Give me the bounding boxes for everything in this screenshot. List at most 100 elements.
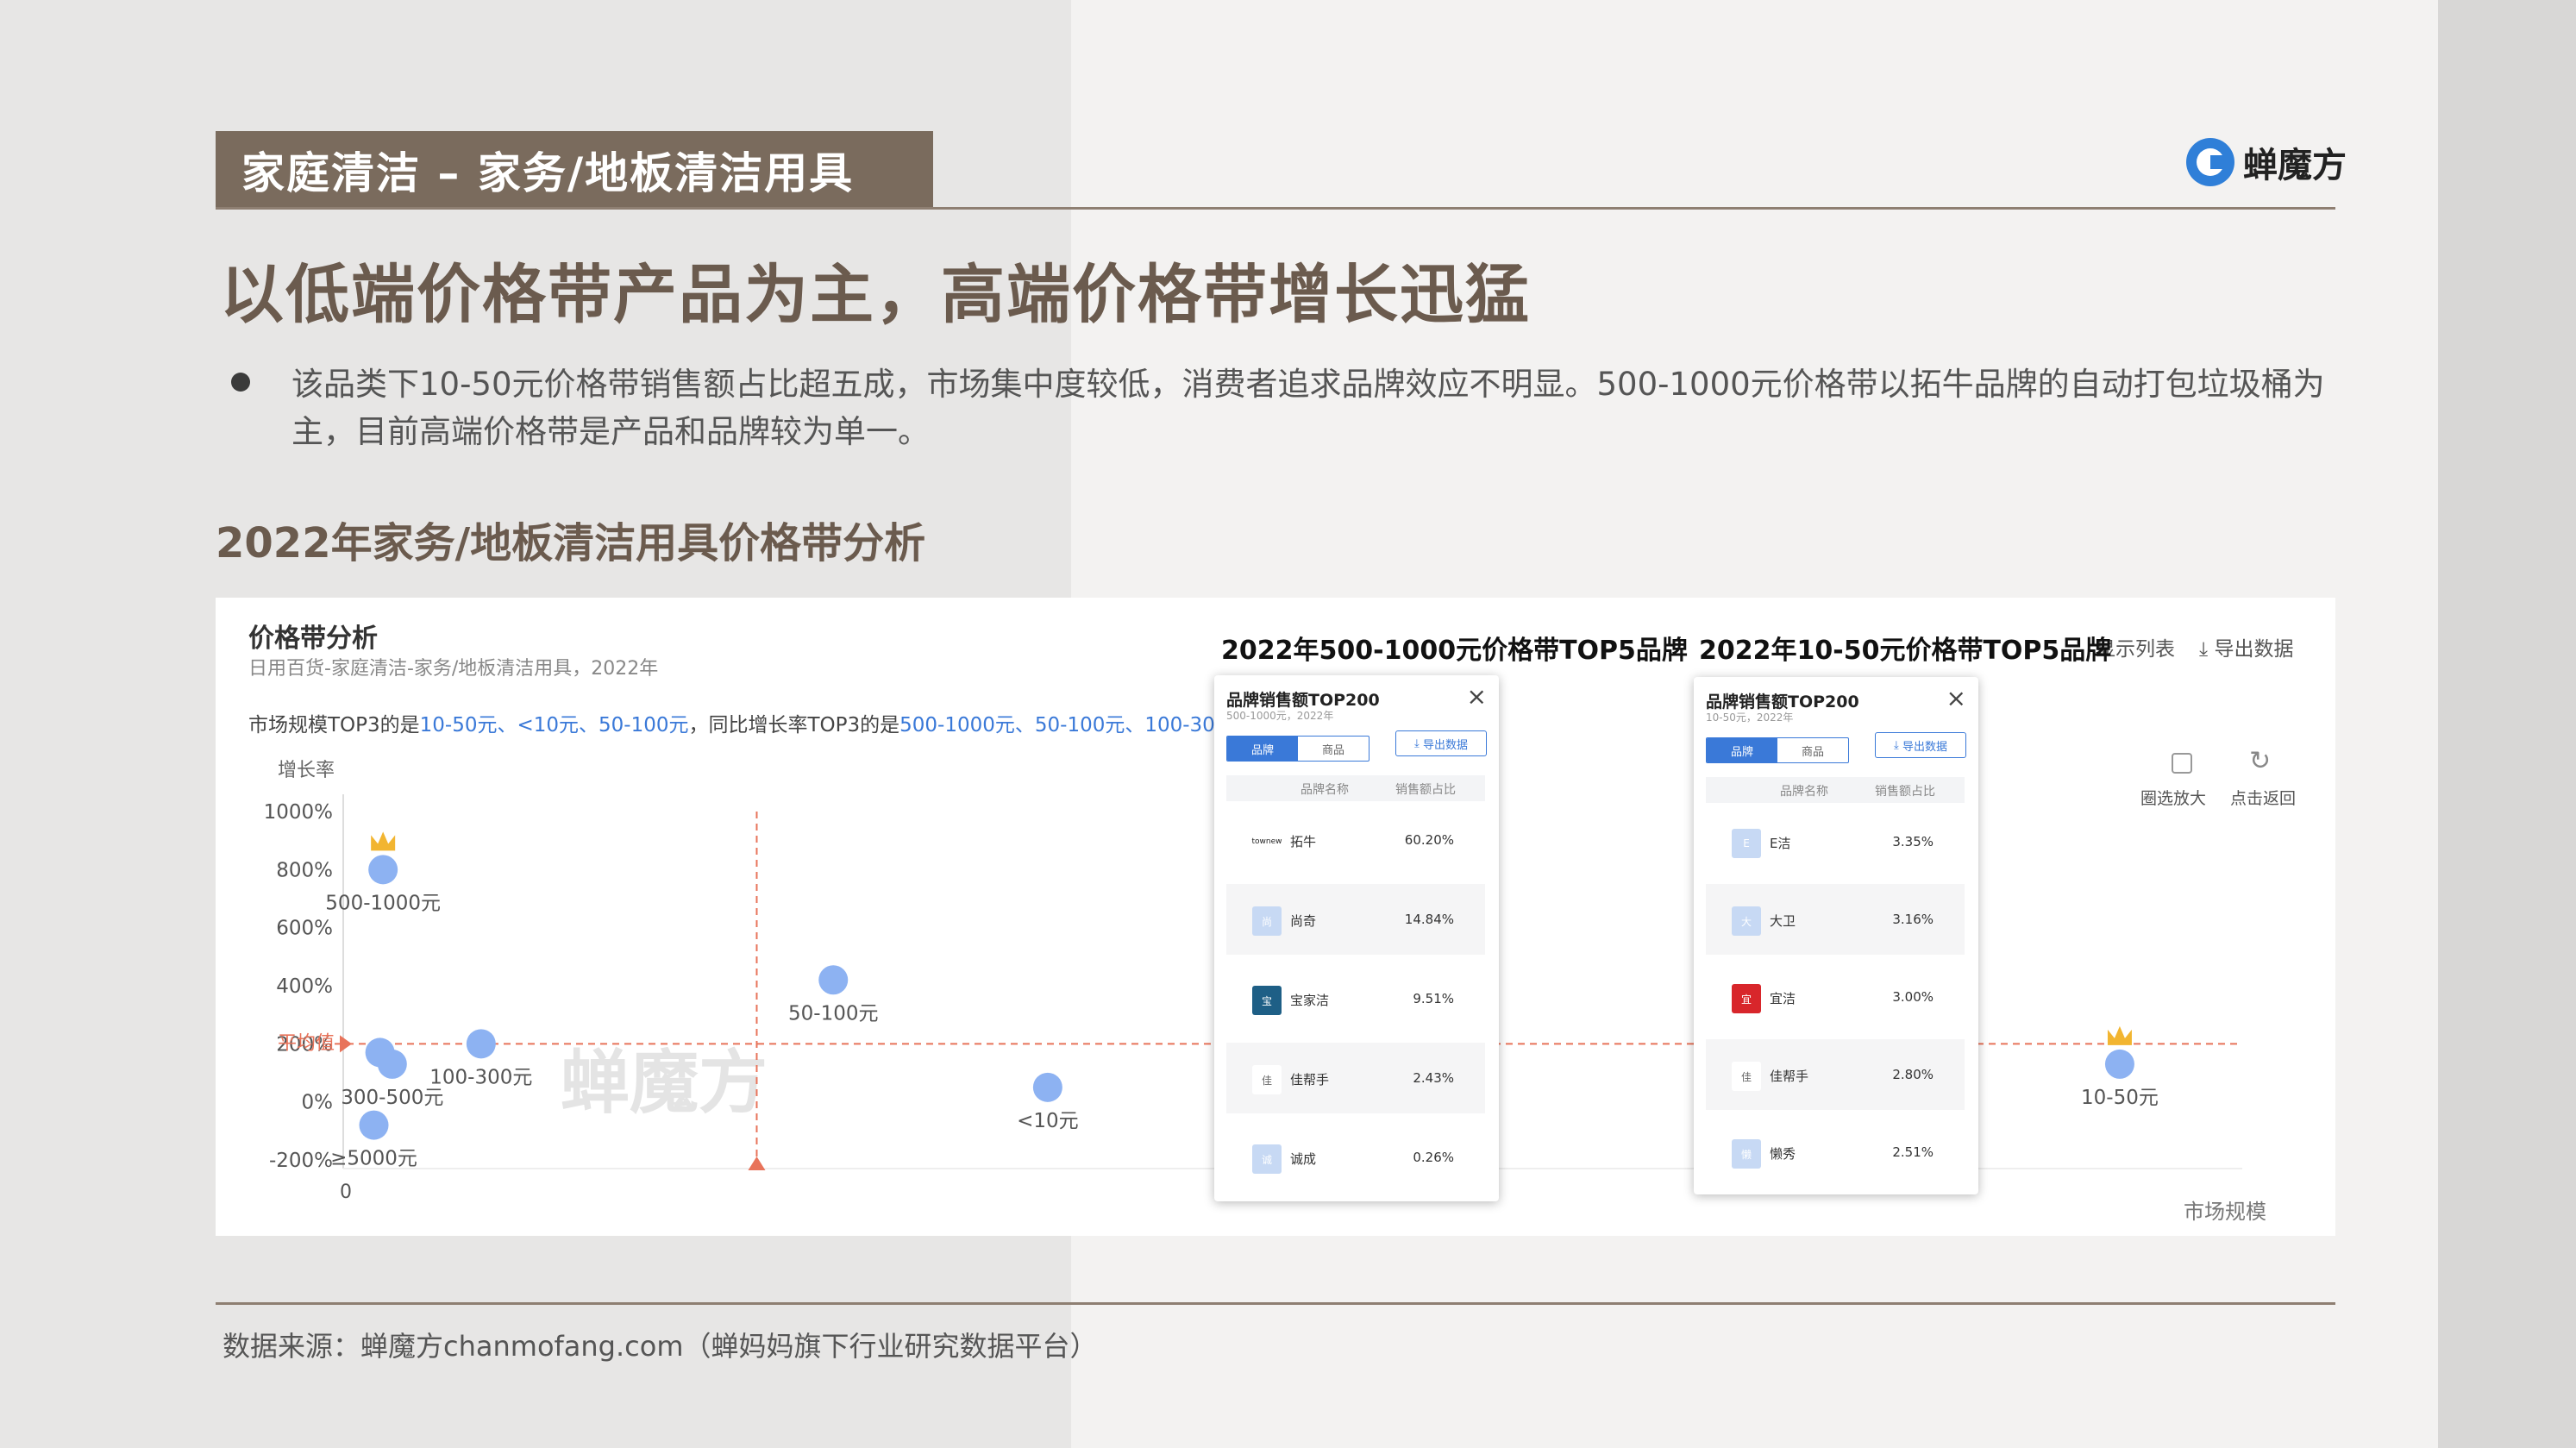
section-title: 2022年家务/地板清洁用具价格带分析 bbox=[216, 519, 926, 567]
crown-icon bbox=[371, 831, 396, 851]
table-row[interactable]: 宜 宜洁 3.00% bbox=[1706, 962, 1965, 1032]
point-label: 300-500元 bbox=[341, 1087, 443, 1109]
close-icon[interactable]: × bbox=[1467, 682, 1487, 711]
export-icon: ⤓ bbox=[1414, 737, 1420, 750]
brand-logo-icon: 大 bbox=[1732, 906, 1761, 936]
bullet-icon bbox=[231, 373, 250, 392]
sales-share: 3.16% bbox=[1892, 912, 1934, 927]
table-row[interactable]: 大 大卫 3.16% bbox=[1706, 884, 1965, 955]
chart-watermark: 蝉魔方 bbox=[561, 1043, 768, 1123]
table-row[interactable]: 诚 诚成 0.26% bbox=[1226, 1122, 1485, 1193]
tab-brand[interactable]: 品牌 bbox=[1707, 738, 1777, 762]
summary-bullet: 该品类下10-50元价格带销售额占比超五成，市场集中度较低，消费者追求品牌效应不… bbox=[291, 366, 2325, 450]
scatter-point bbox=[818, 965, 849, 995]
popup-heading-10-50: 2022年10-50元价格带TOP5品牌 bbox=[1699, 636, 2112, 666]
table-row[interactable]: townew 拓牛 60.20% bbox=[1226, 805, 1485, 875]
sales-share: 0.26% bbox=[1413, 1150, 1454, 1165]
average-label: 平均值 bbox=[278, 1032, 335, 1054]
chanmofang-logo-icon bbox=[2186, 138, 2234, 186]
popup-export-button[interactable]: ⤓ 导出数据 bbox=[1875, 732, 1966, 758]
popup-export-label: 导出数据 bbox=[1422, 738, 1468, 752]
point-label: 50-100元 bbox=[788, 1002, 878, 1025]
brand-name: E洁 bbox=[1770, 836, 1791, 851]
table-row[interactable]: E E洁 3.35% bbox=[1706, 806, 1965, 877]
scatter-point bbox=[2104, 1049, 2134, 1079]
y-tick-label: 600% bbox=[276, 918, 333, 940]
brand-name: 佳帮手 bbox=[1290, 1072, 1330, 1088]
brand-name: 宝家洁 bbox=[1290, 993, 1330, 1008]
column-brand-name[interactable]: 品牌名称 bbox=[1780, 782, 1828, 799]
popup-title: 品牌销售额TOP200 bbox=[1706, 693, 1859, 711]
point-label: 500-1000元 bbox=[325, 892, 441, 914]
x-origin-label: 0 bbox=[340, 1182, 352, 1203]
column-brand-name[interactable]: 品牌名称 bbox=[1301, 780, 1349, 798]
point-label: ≥5000元 bbox=[330, 1148, 417, 1170]
tab-product[interactable]: 商品 bbox=[1298, 737, 1369, 761]
table-row[interactable]: 尚 尚奇 14.84% bbox=[1226, 884, 1485, 955]
y-tick-label: 400% bbox=[276, 975, 333, 998]
header-divider bbox=[216, 207, 2335, 210]
sales-share: 2.80% bbox=[1892, 1067, 1934, 1082]
average-scale-marker bbox=[748, 1157, 766, 1170]
average-growth-marker bbox=[340, 1035, 352, 1053]
y-tick-label: -200% bbox=[269, 1150, 333, 1172]
sales-share: 2.51% bbox=[1892, 1144, 1934, 1160]
popup-heading-500-1000: 2022年500-1000元价格带TOP5品牌 bbox=[1221, 636, 1688, 666]
tab-brand[interactable]: 品牌 bbox=[1227, 737, 1298, 761]
brand-name: 尚奇 bbox=[1290, 913, 1317, 929]
sales-share: 2.43% bbox=[1413, 1070, 1454, 1086]
column-sales-share[interactable]: 销售额占比 bbox=[1875, 782, 1935, 799]
sales-share: 9.51% bbox=[1413, 991, 1454, 1006]
x-axis-label: 市场规模 bbox=[2184, 1200, 2266, 1224]
popup-tabs: 品牌 商品 bbox=[1226, 736, 1369, 762]
brand-name: 懒秀 bbox=[1770, 1146, 1796, 1162]
point-label: 100-300元 bbox=[429, 1066, 532, 1088]
category-header: 家庭清洁 – 家务/地板清洁用具 bbox=[216, 131, 933, 209]
export-icon: ⤓ bbox=[1894, 738, 1899, 752]
table-header: 品牌名称 销售额占比 bbox=[1226, 775, 1485, 801]
footer-divider bbox=[216, 1302, 2335, 1305]
y-tick-label: 1000% bbox=[264, 801, 333, 824]
crown-icon bbox=[2107, 1025, 2132, 1045]
sales-share: 60.20% bbox=[1404, 832, 1454, 848]
brand-logo-icon: 佳 bbox=[1252, 1065, 1282, 1094]
background-right bbox=[2438, 0, 2576, 1448]
brand-logo-icon: 懒 bbox=[1732, 1139, 1761, 1169]
popup-subtitle: 10-50元，2022年 bbox=[1706, 711, 1794, 724]
popup-export-label: 导出数据 bbox=[1902, 740, 1947, 754]
brand-name: 诚成 bbox=[1290, 1151, 1317, 1167]
scatter-point bbox=[368, 855, 398, 885]
table-row[interactable]: 宝 宝家洁 9.51% bbox=[1226, 963, 1485, 1034]
brand-name: 大卫 bbox=[1770, 913, 1796, 929]
popup-export-button[interactable]: ⤓ 导出数据 bbox=[1395, 730, 1487, 756]
brand-logo-icon: 佳 bbox=[1732, 1062, 1761, 1091]
table-row[interactable]: 懒 懒秀 2.51% bbox=[1706, 1117, 1965, 1188]
brand-logo-icon: 宝 bbox=[1252, 986, 1282, 1015]
brand-name: 佳帮手 bbox=[1770, 1069, 1809, 1084]
brand-logo-icon: 诚 bbox=[1252, 1144, 1282, 1174]
close-icon[interactable]: × bbox=[1946, 684, 1966, 712]
brand-top200-popup-10-50: 品牌销售额TOP200 10-50元，2022年 × 品牌 商品 ⤓ 导出数据 … bbox=[1694, 677, 1978, 1194]
table-row[interactable]: 佳 佳帮手 2.43% bbox=[1226, 1043, 1485, 1113]
table-row[interactable]: 佳 佳帮手 2.80% bbox=[1706, 1039, 1965, 1110]
column-sales-share[interactable]: 销售额占比 bbox=[1395, 780, 1456, 798]
brand-logo-icon: E bbox=[1732, 829, 1761, 858]
brand-name: 拓牛 bbox=[1290, 834, 1317, 849]
popup-tabs: 品牌 商品 bbox=[1706, 737, 1849, 763]
brand-logo-icon: 尚 bbox=[1252, 906, 1282, 936]
brand-logo: 蝉魔方 bbox=[2186, 136, 2347, 188]
popup-title: 品牌销售额TOP200 bbox=[1226, 691, 1380, 710]
brand-top200-popup-500-1000: 品牌销售额TOP200 500-1000元，2022年 × 品牌 商品 ⤓ 导出… bbox=[1214, 675, 1499, 1201]
point-label: 10-50元 bbox=[2081, 1087, 2159, 1109]
logo-text: 蝉魔方 bbox=[2243, 146, 2347, 185]
scatter-point bbox=[359, 1110, 389, 1140]
y-tick-label: 800% bbox=[276, 859, 333, 881]
scatter-point bbox=[1032, 1072, 1062, 1102]
popup-subtitle: 500-1000元，2022年 bbox=[1226, 710, 1334, 722]
tab-product[interactable]: 商品 bbox=[1777, 738, 1848, 762]
sales-share: 14.84% bbox=[1404, 912, 1454, 927]
scatter-point bbox=[466, 1029, 496, 1059]
page-headline: 以低端价格带产品为主，高端价格带增长迅猛 bbox=[220, 258, 1531, 332]
sales-share: 3.35% bbox=[1892, 834, 1934, 849]
brand-name: 宜洁 bbox=[1770, 991, 1796, 1006]
